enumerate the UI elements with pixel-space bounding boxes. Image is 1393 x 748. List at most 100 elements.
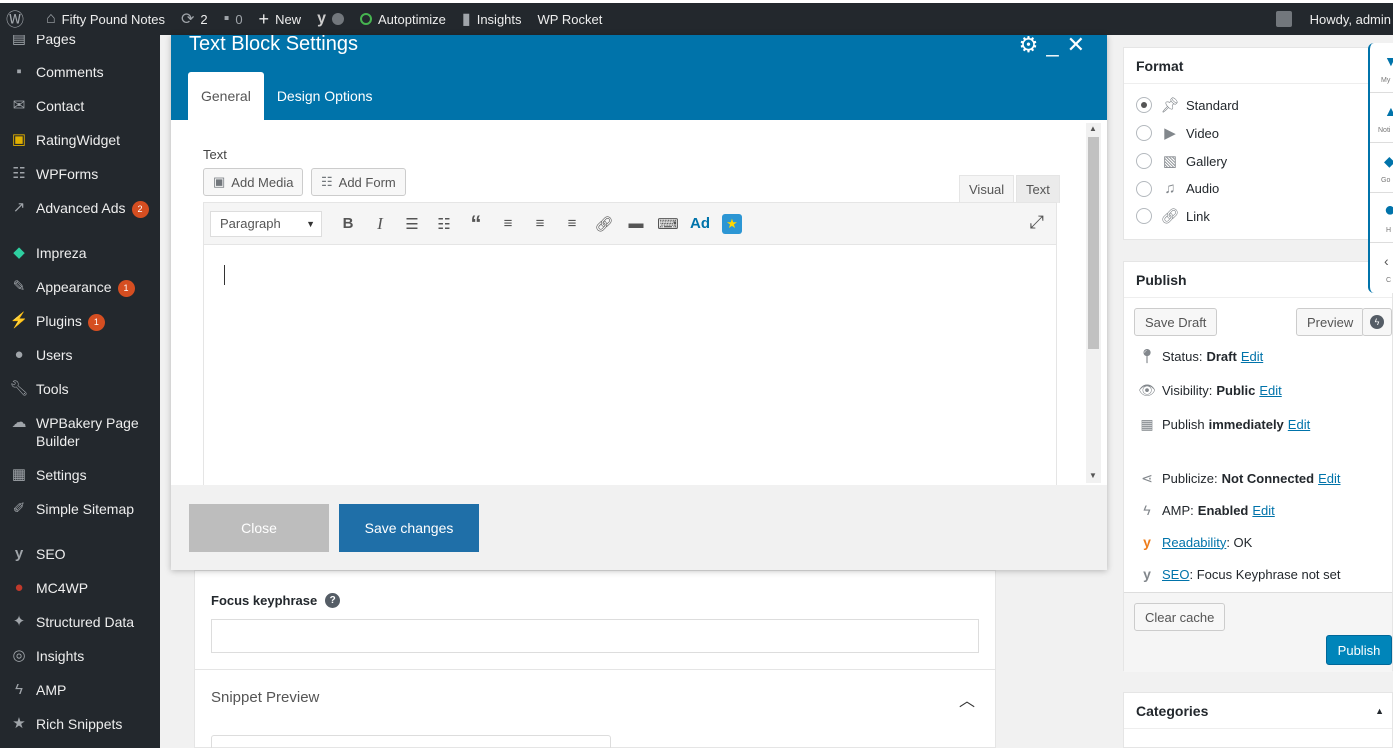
radio-gallery[interactable]	[1136, 153, 1152, 169]
sidebar-item-ratingwidget[interactable]: ▣ RatingWidget	[0, 131, 160, 149]
amp-preview-button[interactable]: ϟ	[1362, 308, 1392, 336]
sidebar-item-structured-data[interactable]: ✦ Structured Data	[0, 613, 160, 631]
scroll-thumb[interactable]	[1088, 137, 1099, 349]
help-circle-icon: ●	[1384, 199, 1393, 221]
radio-audio[interactable]	[1136, 180, 1152, 197]
categories-panel-title[interactable]: Categories ▲	[1124, 693, 1392, 729]
add-form-button[interactable]: ☷ Add Form	[311, 168, 406, 196]
sidebar-item-comments[interactable]: ▪ Comments	[0, 63, 160, 81]
tab-text[interactable]: Text	[1016, 175, 1060, 203]
help-icon[interactable]: ?	[325, 593, 341, 608]
updates-link[interactable]: ⟳ 2	[173, 3, 216, 35]
edit-status-link[interactable]: Edit	[1241, 349, 1263, 364]
sidebar-item-pages[interactable]: ▤ Pages	[0, 35, 160, 48]
edit-visibility-link[interactable]: Edit	[1259, 383, 1281, 398]
bold-button[interactable]: B	[332, 210, 364, 238]
add-media-button[interactable]: ▣ Add Media	[203, 168, 304, 196]
modal-title: Text Block Settings	[189, 33, 358, 55]
sidebar-item-seo[interactable]: y SEO	[0, 545, 160, 563]
format-option-video[interactable]: ▶ Video	[1136, 124, 1219, 142]
text-editor[interactable]: Paragraph ▼ B I ☰ ☷ “ ≡ ≡ ≡ 🔗︎ ▬ ⌨ Ad ★ …	[203, 202, 1057, 487]
floating-item-my[interactable]: ▼ My	[1370, 43, 1393, 93]
italic-button[interactable]: I	[364, 210, 396, 238]
tab-general[interactable]: General	[188, 72, 264, 120]
modal-scrollbar[interactable]: ▲ ▼	[1086, 123, 1101, 483]
notification-icon[interactable]	[1275, 11, 1292, 27]
sidebar-item-tools[interactable]: 🔧︎ Tools	[0, 380, 160, 398]
edit-amp-link[interactable]: Edit	[1252, 503, 1274, 518]
fullscreen-icon[interactable]: ⤢	[1030, 212, 1044, 233]
sidebar-item-insights[interactable]: ◎ Insights	[0, 647, 160, 665]
blockquote-icon[interactable]: “	[460, 210, 492, 238]
sidebar-item-impreza[interactable]: ◆ Impreza	[0, 244, 160, 262]
sidebar-item-mc4wp[interactable]: ● MC4WP	[0, 579, 160, 597]
preview-button[interactable]: Preview	[1296, 308, 1365, 336]
format-select[interactable]: Paragraph ▼	[210, 210, 322, 237]
close-button[interactable]: Close	[189, 504, 329, 552]
autoptimize-link[interactable]: Autoptimize	[352, 3, 454, 35]
yoast-link[interactable]: y	[309, 3, 352, 35]
sidebar-item-simple-sitemap[interactable]: ✐ Simple Sitemap	[0, 500, 160, 518]
format-option-standard[interactable]: 📌︎ Standard	[1136, 96, 1239, 114]
floating-item-close[interactable]: ‹ C	[1370, 243, 1393, 293]
new-content-link[interactable]: + New	[251, 3, 310, 35]
comments-link[interactable]: ▪ 0	[216, 3, 251, 35]
focus-keyphrase-input[interactable]	[211, 619, 979, 653]
snippet-preview-title[interactable]: Snippet Preview	[211, 689, 319, 706]
minimize-icon[interactable]: _	[1046, 34, 1058, 56]
scroll-up-icon[interactable]: ▲	[1089, 124, 1097, 133]
align-center-icon[interactable]: ≡	[524, 210, 556, 238]
site-name-link[interactable]: ⌂ Fifty Pound Notes	[38, 3, 173, 35]
save-changes-button[interactable]: Save changes	[339, 504, 479, 552]
seo-link[interactable]: SEO	[1162, 567, 1189, 582]
collapse-arrow-icon[interactable]: ▲	[1375, 706, 1384, 716]
numbered-list-icon[interactable]: ☷	[428, 210, 460, 238]
sidebar-item-users[interactable]: ● Users	[0, 346, 160, 364]
chevron-up-icon[interactable]: ︿	[959, 687, 975, 711]
tab-visual[interactable]: Visual	[959, 175, 1015, 203]
publish-button[interactable]: Publish	[1326, 635, 1392, 665]
format-option-link[interactable]: 🔗︎ Link	[1136, 207, 1210, 225]
sidebar-item-plugins[interactable]: ⚡ Plugins 1	[0, 312, 160, 331]
save-draft-button[interactable]: Save Draft	[1134, 308, 1218, 336]
link-icon[interactable]: 🔗︎	[588, 210, 620, 238]
readability-link[interactable]: Readability	[1162, 535, 1226, 550]
audio-icon: ♫	[1164, 180, 1176, 197]
insert-ad-button[interactable]: Ad	[684, 210, 716, 238]
yoast-icon: y	[14, 545, 24, 562]
sidebar-item-wpforms[interactable]: ☷ WPForms	[0, 165, 160, 183]
radio-standard[interactable]	[1136, 97, 1152, 113]
bullet-list-icon[interactable]: ☰	[396, 210, 428, 238]
gear-icon[interactable]: ⚙	[1019, 34, 1039, 56]
align-right-icon[interactable]: ≡	[556, 210, 588, 238]
close-icon[interactable]: ✕	[1067, 34, 1085, 56]
tab-design-options[interactable]: Design Options	[264, 72, 386, 120]
format-option-audio[interactable]: ♫ Audio	[1136, 180, 1219, 197]
edit-publicize-link[interactable]: Edit	[1318, 471, 1340, 486]
toolbar-toggle-icon[interactable]: ⌨	[652, 210, 684, 238]
read-more-icon[interactable]: ▬	[620, 210, 652, 238]
insights-link[interactable]: ▮ Insights	[454, 3, 530, 35]
floating-item-notifications[interactable]: ▲ Noti	[1370, 93, 1393, 143]
sidebar-item-wpbakery[interactable]: ☁ WPBakery Page Builder	[0, 414, 160, 450]
clear-cache-button[interactable]: Clear cache	[1134, 603, 1226, 631]
sidebar-item-advanced-ads[interactable]: ↗ Advanced Ads 2	[0, 199, 160, 218]
account-menu[interactable]: Howdy, admin	[1275, 3, 1393, 35]
radio-video[interactable]	[1136, 125, 1152, 141]
scroll-down-icon[interactable]: ▼	[1089, 471, 1097, 480]
rating-widget-button[interactable]: ★	[716, 210, 748, 238]
sidebar-item-rich-snippets[interactable]: ★ Rich Snippets	[0, 715, 160, 733]
radio-link[interactable]	[1136, 208, 1152, 224]
home-icon: ⌂	[46, 10, 56, 27]
align-left-icon[interactable]: ≡	[492, 210, 524, 238]
sidebar-item-amp[interactable]: ϟ AMP	[0, 681, 160, 699]
wp-rocket-link[interactable]: WP Rocket	[530, 3, 611, 35]
floating-item-help[interactable]: ● H	[1370, 193, 1393, 243]
wordpress-logo[interactable]: Ⓦ	[0, 3, 38, 35]
floating-item-go[interactable]: ◆ Go	[1370, 143, 1393, 193]
sidebar-item-appearance[interactable]: ✎ Appearance 1	[0, 278, 160, 297]
edit-schedule-link[interactable]: Edit	[1288, 417, 1310, 432]
format-option-gallery[interactable]: ▧ Gallery	[1136, 152, 1227, 170]
sidebar-item-contact[interactable]: ✉ Contact	[0, 97, 160, 115]
sidebar-item-settings[interactable]: ▦ Settings	[0, 466, 160, 484]
